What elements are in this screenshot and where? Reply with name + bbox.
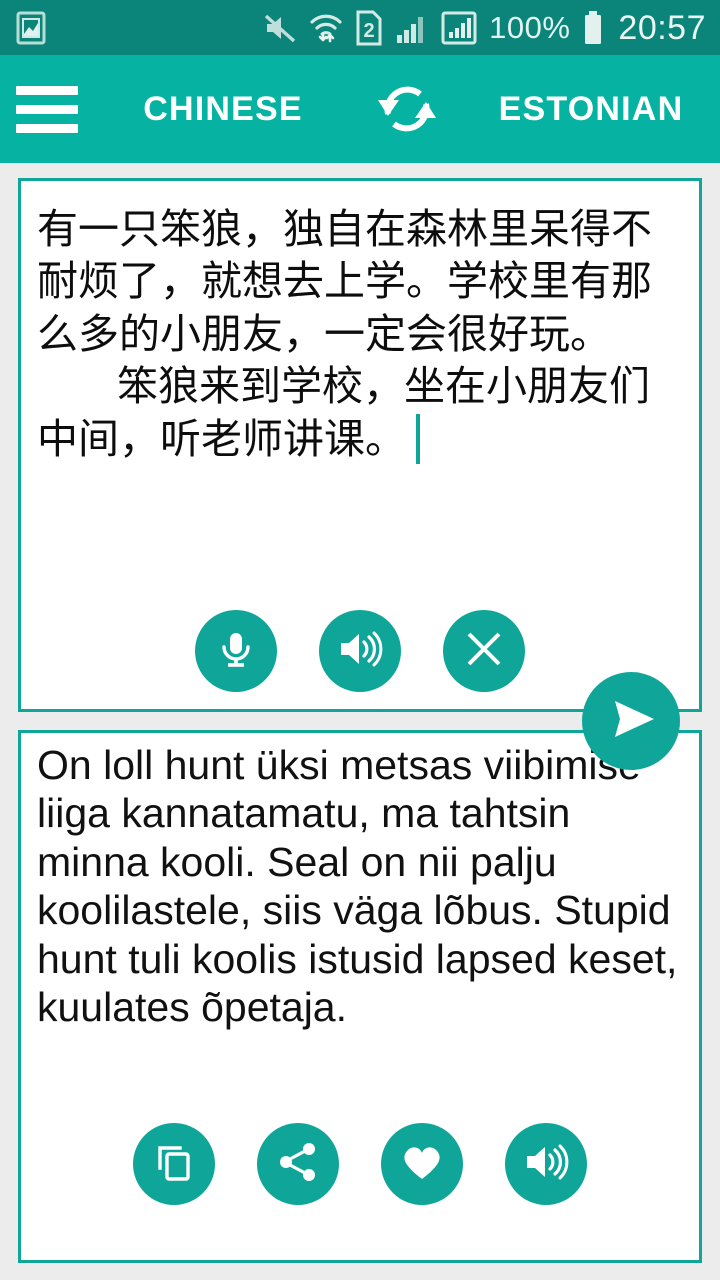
menu-bar-2	[16, 104, 78, 114]
translation-action-buttons	[21, 1123, 699, 1205]
sim-2-icon: 2	[355, 10, 383, 46]
source-text-input[interactable]: 有一只笨狼，独自在森林里呆得不耐烦了，就想去上学。学校里有那么多的小朋友，一定会…	[21, 181, 699, 465]
app-screen: 2 100% 20:57 CHINESE ESTONIAN 有一只笨狼，独自在森…	[0, 0, 720, 1280]
speak-source-button[interactable]	[319, 610, 401, 692]
microphone-icon	[214, 627, 258, 676]
send-paper-plane-icon	[602, 690, 660, 753]
swap-languages-icon[interactable]	[352, 70, 462, 148]
text-cursor	[416, 413, 420, 464]
clock-label: 20:57	[618, 8, 706, 47]
battery-percent-label: 100%	[489, 10, 571, 45]
favorite-button[interactable]	[381, 1123, 463, 1205]
status-bar-right: 2 100% 20:57	[263, 10, 706, 46]
close-x-icon	[462, 627, 506, 676]
translation-text: On loll hunt üksi metsas viibimise liiga…	[37, 742, 678, 1030]
status-bar: 2 100% 20:57	[0, 0, 720, 55]
copy-button[interactable]	[133, 1123, 215, 1205]
clear-button[interactable]	[443, 610, 525, 692]
svg-text:2: 2	[364, 20, 375, 42]
source-action-buttons	[21, 610, 699, 692]
source-paragraph-1: 有一只笨狼，独自在森林里呆得不耐烦了，就想去上学。学校里有那么多的小朋友，一定会…	[37, 205, 652, 358]
share-icon	[276, 1140, 320, 1189]
signal-boxed-icon	[441, 10, 477, 46]
heart-icon	[399, 1140, 445, 1189]
speaker-icon	[337, 627, 383, 676]
battery-full-icon	[582, 10, 604, 46]
speaker-icon	[523, 1140, 569, 1189]
source-text-card: 有一只笨狼，独自在森林里呆得不耐烦了，就想去上学。学校里有那么多的小朋友，一定会…	[18, 178, 702, 712]
copy-icon	[152, 1140, 196, 1189]
source-paragraph-2: 笨狼来到学校，坐在小朋友们中间，听老师讲课。	[37, 362, 650, 463]
hamburger-menu-icon[interactable]	[16, 85, 94, 133]
menu-bar-1	[16, 85, 78, 95]
source-language-selector[interactable]: CHINESE	[94, 90, 352, 129]
translate-send-button[interactable]	[582, 672, 680, 770]
photo-icon	[16, 10, 46, 46]
target-language-selector[interactable]: ESTONIAN	[462, 90, 720, 129]
translation-result-card: On loll hunt üksi metsas viibimise liiga…	[18, 730, 702, 1263]
mute-icon	[263, 11, 297, 45]
share-button[interactable]	[257, 1123, 339, 1205]
app-header-bar: CHINESE ESTONIAN	[0, 55, 720, 163]
speak-translation-button[interactable]	[505, 1123, 587, 1205]
menu-bar-3	[16, 123, 78, 133]
microphone-button[interactable]	[195, 610, 277, 692]
signal-bars-icon	[395, 11, 429, 45]
wifi-icon	[309, 11, 343, 45]
status-bar-left	[16, 10, 46, 46]
